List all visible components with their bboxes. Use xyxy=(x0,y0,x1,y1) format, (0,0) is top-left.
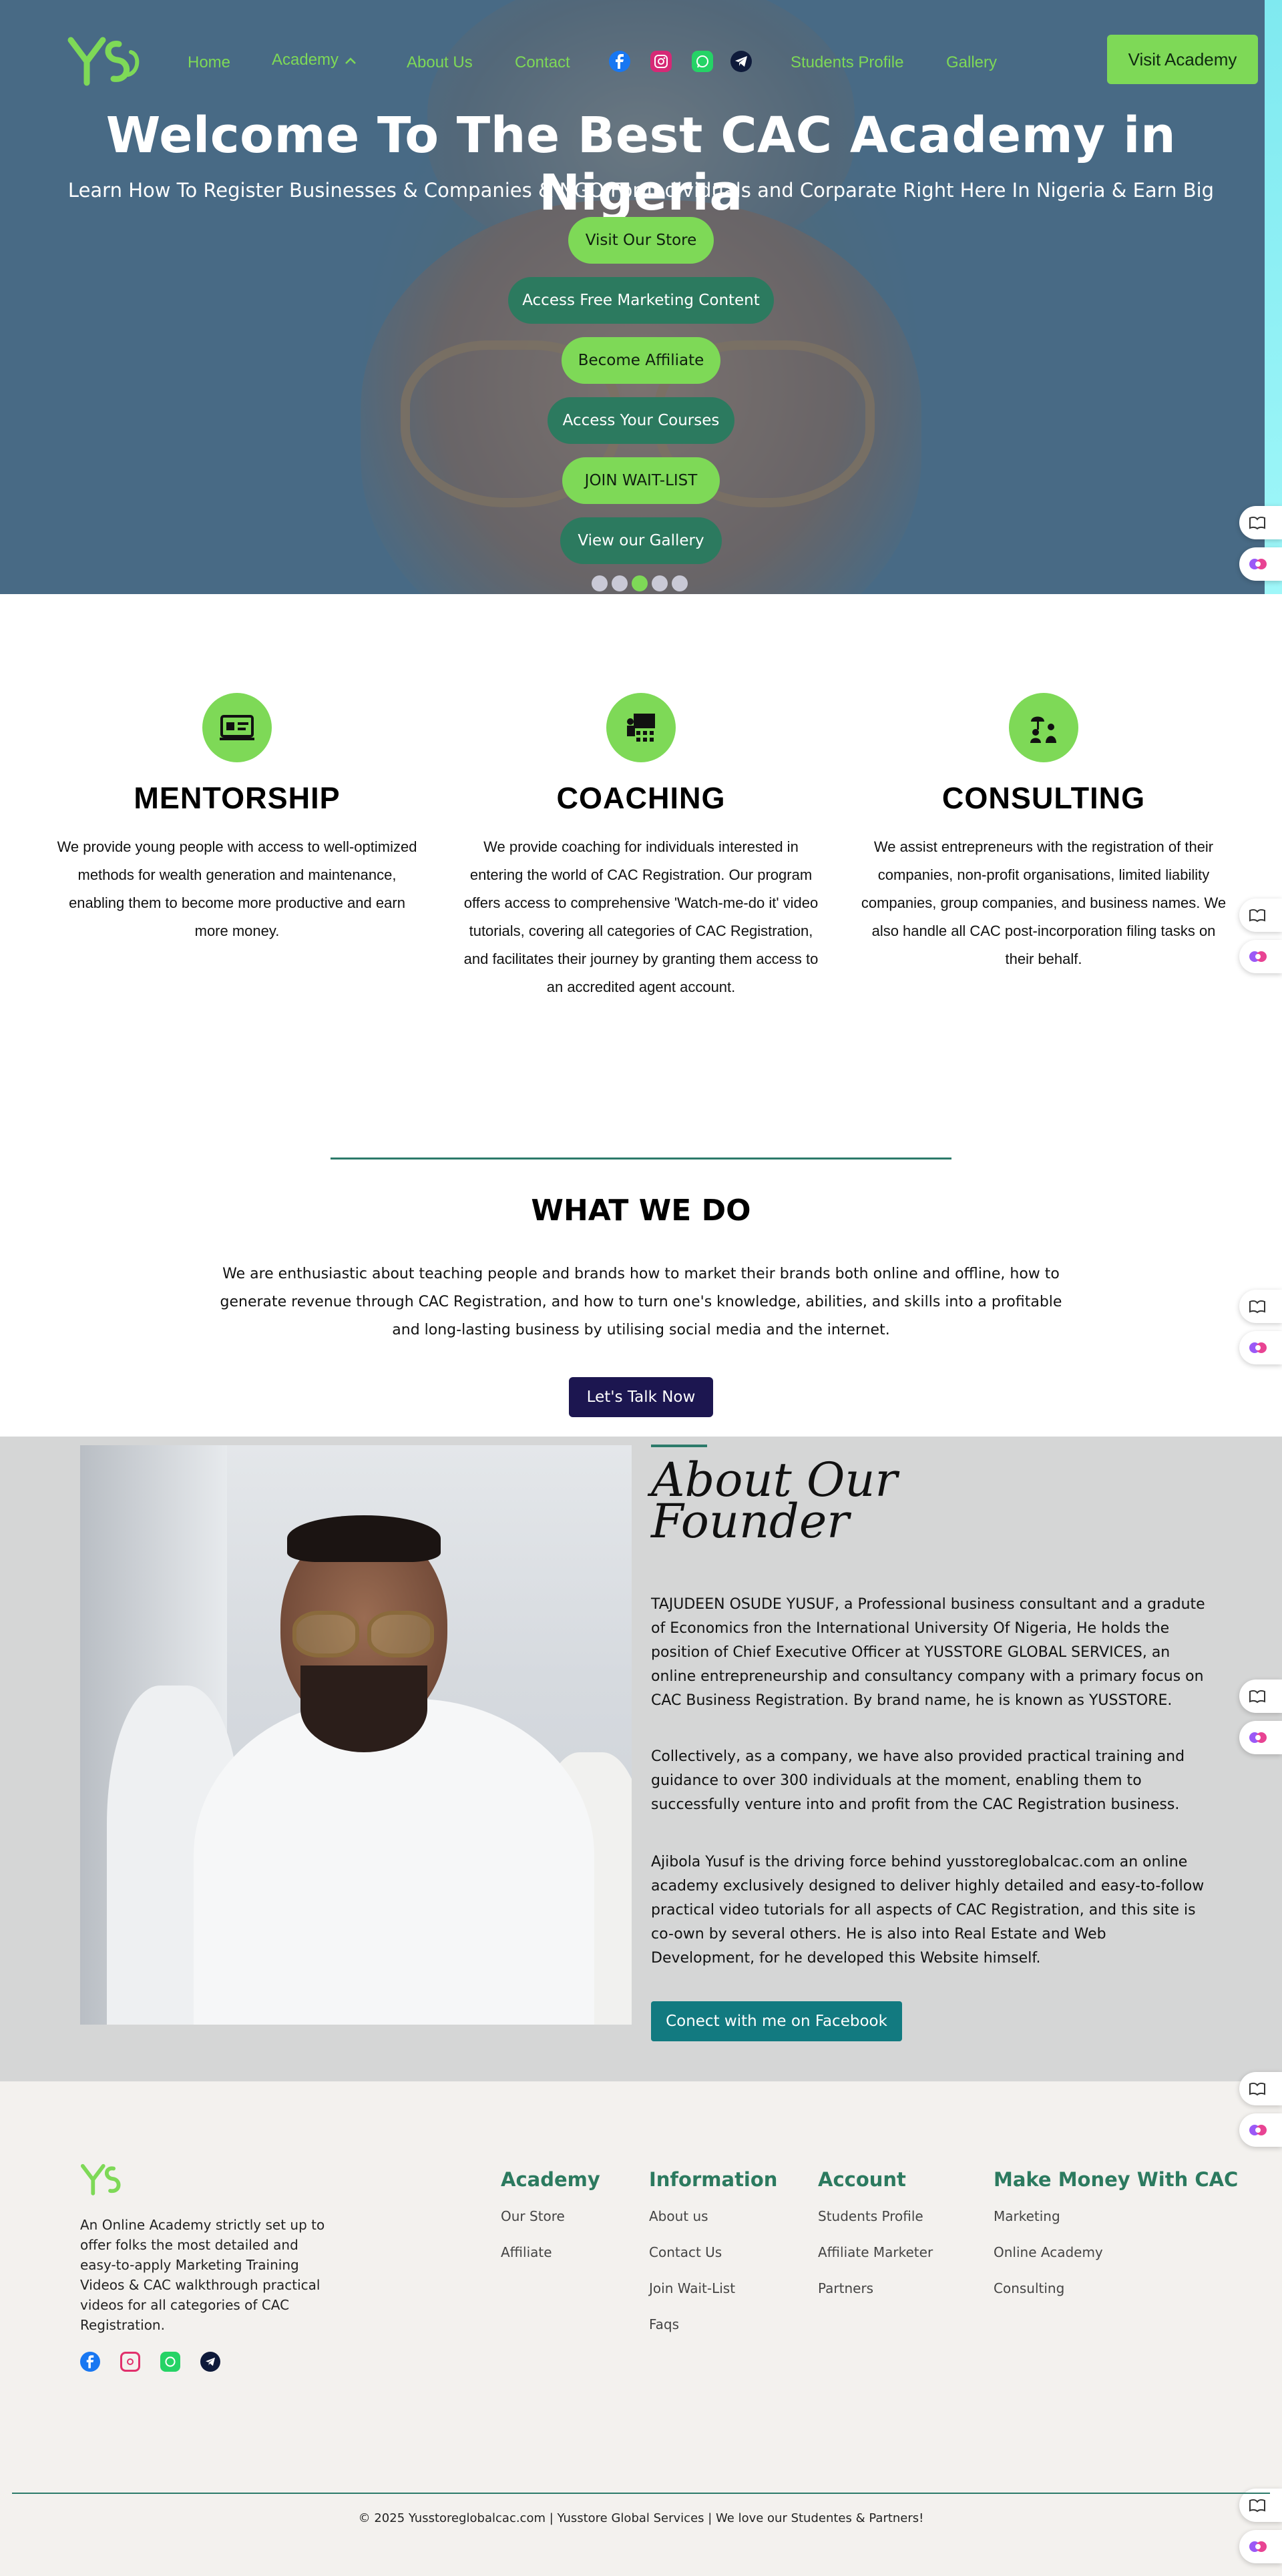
service-title: CONSULTING xyxy=(941,781,1146,815)
hero-subtitle: Learn How To Register Businesses & Compa… xyxy=(67,179,1215,202)
ai-widget[interactable] xyxy=(1239,547,1282,581)
footer-link-online-academy[interactable]: Online Academy xyxy=(994,2244,1103,2260)
nav-about-us[interactable]: About Us xyxy=(407,53,473,72)
brain-icon xyxy=(1249,1732,1267,1743)
copyright-text: © 2025 Yusstoreglobalcac.com | Yusstore … xyxy=(358,2511,924,2525)
founder-paragraph: Collectively, as a company, we have also… xyxy=(651,1748,1185,1813)
brain-icon xyxy=(1249,2541,1267,2552)
chevron-up-icon[interactable] xyxy=(345,56,357,65)
founder-title: About Our Founder xyxy=(651,1453,897,1549)
view-gallery-button[interactable]: View our Gallery xyxy=(560,517,722,564)
service-consulting: CONSULTING We assist entrepreneurs with … xyxy=(857,693,1231,973)
footer-heading-academy: Academy xyxy=(501,2168,600,2191)
reader-widget[interactable] xyxy=(1239,506,1282,539)
consulting-icon xyxy=(1009,693,1078,762)
reader-widget[interactable] xyxy=(1239,898,1282,932)
instagram-icon[interactable] xyxy=(120,2352,140,2372)
service-text: We provide coaching for individuals inte… xyxy=(463,838,819,995)
nav-contact[interactable]: Contact xyxy=(515,53,570,72)
founder-accent-line xyxy=(651,1445,707,1447)
whatsapp-icon[interactable] xyxy=(692,51,713,72)
service-text: We assist entrepreneurs with the registr… xyxy=(861,838,1227,967)
facebook-icon[interactable] xyxy=(80,2352,100,2372)
carousel-dot-active[interactable] xyxy=(632,575,648,591)
brain-icon xyxy=(1249,951,1267,962)
founder-paragraph: Ajibola Yusuf is the driving force behin… xyxy=(651,1854,1205,1967)
brain-icon xyxy=(1249,2125,1267,2135)
brain-icon xyxy=(1249,559,1267,569)
footer-link-students-profile[interactable]: Students Profile xyxy=(818,2208,923,2224)
ai-widget[interactable] xyxy=(1239,2113,1282,2147)
instagram-icon[interactable] xyxy=(650,51,672,72)
carousel-dot[interactable] xyxy=(672,575,688,591)
telegram-icon[interactable] xyxy=(730,51,752,72)
facebook-connect-button[interactable]: Conect with me on Facebook xyxy=(651,2001,902,2041)
carousel-dots xyxy=(592,575,688,591)
founder-paragraph: TAJUDEEN OSUDE YUSUF, a Professional bus… xyxy=(651,1596,1205,1709)
carousel-dot[interactable] xyxy=(612,575,628,591)
whatsapp-icon[interactable] xyxy=(160,2352,180,2372)
footer-heading-account: Account xyxy=(818,2168,906,2191)
service-coaching: COACHING We provide coaching for individ… xyxy=(454,693,828,1001)
footer-link-consulting[interactable]: Consulting xyxy=(994,2280,1064,2296)
footer-link-faqs[interactable]: Faqs xyxy=(649,2316,679,2332)
section-divider xyxy=(331,1157,951,1160)
book-icon xyxy=(1249,2499,1265,2513)
book-icon xyxy=(1249,1300,1265,1314)
what-we-do-title: WHAT WE DO xyxy=(531,1194,751,1228)
nav-gallery[interactable]: Gallery xyxy=(946,53,997,72)
visit-store-button[interactable]: Visit Our Store xyxy=(568,217,714,264)
id-card-icon xyxy=(202,693,272,762)
facebook-icon[interactable] xyxy=(609,51,630,72)
join-waitlist-button[interactable]: JOIN WAIT-LIST xyxy=(562,457,720,504)
reader-widget[interactable] xyxy=(1239,1290,1282,1323)
footer-heading-make-money: Make Money With CAC xyxy=(994,2168,1239,2191)
free-marketing-content-button[interactable]: Access Free Marketing Content xyxy=(508,277,774,324)
nav-students-profile[interactable]: Students Profile xyxy=(791,53,903,72)
become-affiliate-button[interactable]: Become Affiliate xyxy=(562,337,720,384)
site-logo[interactable] xyxy=(67,32,142,88)
footer-link-about-us[interactable]: About us xyxy=(649,2208,708,2224)
footer-link-affiliate[interactable]: Affiliate xyxy=(501,2244,552,2260)
founder-photo xyxy=(80,1445,632,2025)
footer-link-partners[interactable]: Partners xyxy=(818,2280,873,2296)
nav-academy[interactable]: Academy xyxy=(272,51,339,69)
ai-widget[interactable] xyxy=(1239,1331,1282,1364)
book-icon xyxy=(1249,516,1265,530)
telegram-icon[interactable] xyxy=(200,2352,220,2372)
footer-heading-information: Information xyxy=(649,2168,778,2191)
carousel-dot[interactable] xyxy=(652,575,668,591)
book-icon xyxy=(1249,909,1265,923)
ai-widget[interactable] xyxy=(1239,1721,1282,1754)
footer-link-contact-us[interactable]: Contact Us xyxy=(649,2244,722,2260)
footer-about-text: An Online Academy strictly set up to off… xyxy=(80,2217,325,2333)
ai-widget[interactable] xyxy=(1239,2530,1282,2563)
service-title: COACHING xyxy=(556,781,726,815)
service-text: We provide young people with access to w… xyxy=(57,838,417,939)
ai-widget[interactable] xyxy=(1239,940,1282,973)
footer-link-our-store[interactable]: Our Store xyxy=(501,2208,565,2224)
reader-widget[interactable] xyxy=(1239,2072,1282,2105)
brain-icon xyxy=(1249,1342,1267,1353)
book-icon xyxy=(1249,1690,1265,1704)
reader-widget[interactable] xyxy=(1239,1680,1282,1713)
service-title: MENTORSHIP xyxy=(134,781,341,815)
footer-logo[interactable] xyxy=(80,2160,128,2198)
lets-talk-button[interactable]: Let's Talk Now xyxy=(569,1377,713,1417)
carousel-dot[interactable] xyxy=(592,575,608,591)
service-mentorship: MENTORSHIP We provide young people with … xyxy=(50,693,424,945)
visit-academy-button[interactable]: Visit Academy xyxy=(1107,35,1258,84)
footer-divider xyxy=(12,2493,1270,2494)
hero-title: Welcome To The Best CAC Academy in Niger… xyxy=(105,107,1177,222)
what-we-do-text: We are enthusiastic about teaching peopl… xyxy=(220,1266,1062,1338)
footer-link-marketing[interactable]: Marketing xyxy=(994,2208,1060,2224)
presentation-icon xyxy=(606,693,676,762)
access-courses-button[interactable]: Access Your Courses xyxy=(548,397,734,444)
footer-link-affiliate-marketer[interactable]: Affiliate Marketer xyxy=(818,2244,933,2260)
nav-home[interactable]: Home xyxy=(188,53,230,72)
footer-link-join-waitlist[interactable]: Join Wait-List xyxy=(649,2280,735,2296)
main-nav: Home Academy About Us Contact Students P… xyxy=(0,0,1282,120)
book-icon xyxy=(1249,2082,1265,2096)
